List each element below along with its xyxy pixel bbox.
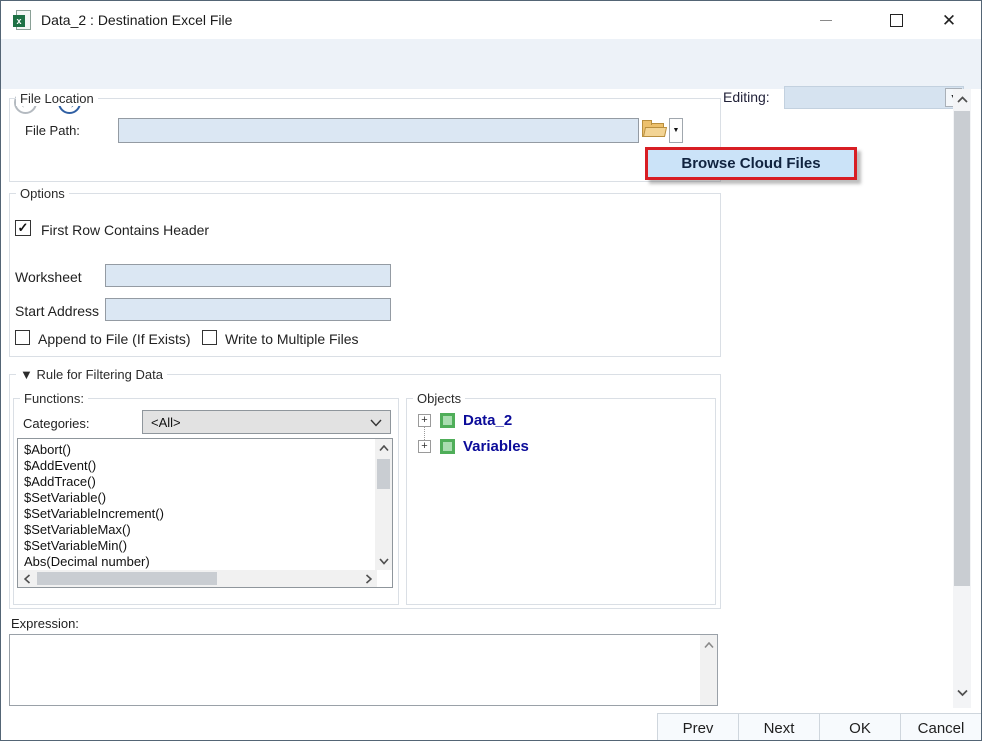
maximize-icon [890, 14, 903, 27]
list-item[interactable]: $SetVariableMax() [18, 522, 392, 538]
editing-dropdown[interactable]: ▼ [784, 86, 964, 109]
green-square-icon [440, 439, 455, 454]
file-path-input[interactable] [118, 118, 639, 143]
ok-button[interactable]: OK [819, 713, 901, 741]
list-item[interactable]: $AddEvent() [18, 458, 392, 474]
scroll-down-icon[interactable] [375, 554, 392, 568]
close-button[interactable]: ✕ [927, 1, 971, 39]
expression-textarea[interactable] [9, 634, 718, 706]
categories-value: <All> [151, 415, 181, 430]
browse-cloud-files-label: Browse Cloud Files [681, 155, 820, 172]
objects-group: Objects + Data_2 + Variables [406, 398, 716, 605]
browse-cloud-files-menu-item[interactable]: Browse Cloud Files [645, 147, 857, 180]
window-scrollbar-thumb[interactable] [954, 111, 970, 586]
start-address-input[interactable] [105, 298, 391, 321]
scroll-up-icon[interactable] [375, 441, 392, 455]
browse-dropdown-button[interactable]: ▼ [669, 118, 683, 143]
list-item[interactable]: $SetVariableMin() [18, 538, 392, 554]
minimize-icon [820, 20, 832, 21]
file-path-label: File Path: [25, 123, 80, 138]
minimize-button[interactable] [804, 1, 848, 39]
window-title: Data_2 : Destination Excel File [41, 12, 232, 28]
worksheet-input[interactable] [105, 264, 391, 287]
rule-filtering-legend[interactable]: ▼ Rule for Filtering Data [16, 367, 167, 382]
first-row-header-checkbox[interactable]: ✓ [15, 220, 31, 236]
list-item[interactable]: $Abort() [18, 442, 392, 458]
options-legend: Options [16, 186, 69, 201]
tree-item-data2[interactable]: + Data_2 [418, 412, 512, 429]
scroll-up-icon[interactable] [700, 638, 717, 652]
list-vertical-scrollbar[interactable] [375, 439, 392, 570]
objects-legend: Objects [413, 391, 465, 406]
scroll-up-icon[interactable] [953, 93, 971, 107]
maximize-button[interactable] [874, 1, 918, 39]
green-square-icon [440, 413, 455, 428]
functions-listbox[interactable]: $Abort() $AddEvent() $AddTrace() $SetVar… [17, 438, 393, 588]
close-icon: ✕ [942, 12, 956, 29]
list-horizontal-scrollbar[interactable] [18, 570, 377, 587]
list-item[interactable]: Abs(Decimal number) [18, 554, 392, 570]
list-item[interactable]: $SetVariable() [18, 490, 392, 506]
append-to-file-label: Append to File (If Exists) [38, 331, 191, 347]
append-to-file-checkbox[interactable] [15, 330, 30, 345]
tree-item-label[interactable]: Variables [463, 438, 529, 455]
multiple-files-label: Write to Multiple Files [225, 331, 359, 347]
file-location-legend: File Location [16, 91, 98, 106]
folder-icon [642, 120, 666, 138]
editing-label: Editing: [723, 89, 770, 105]
worksheet-label: Worksheet [15, 269, 82, 285]
multiple-files-checkbox[interactable] [202, 330, 217, 345]
dialog-window: x Data_2 : Destination Excel File ✕ ← → … [0, 0, 982, 741]
categories-dropdown[interactable]: <All> [142, 410, 391, 434]
prev-button[interactable]: Prev [657, 713, 739, 741]
list-item[interactable]: $AddTrace() [18, 474, 392, 490]
toolbar: ← → ▾ Editing: ▼ [1, 39, 981, 89]
scroll-left-icon[interactable] [20, 570, 34, 587]
categories-label: Categories: [23, 416, 89, 431]
functions-legend: Functions: [20, 391, 88, 406]
browse-folder-button[interactable] [642, 120, 669, 142]
expression-scrollbar[interactable] [700, 635, 717, 705]
footer-button-bar: Prev Next OK Cancel [1, 708, 981, 741]
tree-item-label[interactable]: Data_2 [463, 412, 512, 429]
scroll-right-icon[interactable] [361, 570, 375, 587]
list-scrollbar-thumb[interactable] [377, 459, 390, 489]
cancel-button[interactable]: Cancel [900, 713, 982, 741]
next-button[interactable]: Next [738, 713, 820, 741]
tree-item-variables[interactable]: + Variables [418, 438, 529, 455]
expand-plus-icon[interactable]: + [418, 440, 431, 453]
first-row-header-label: First Row Contains Header [41, 222, 209, 238]
chevron-down-icon [370, 419, 382, 427]
window-vertical-scrollbar[interactable] [953, 89, 971, 708]
excel-file-icon: x [13, 10, 33, 30]
checkmark-icon: ✓ [18, 220, 29, 236]
expression-label: Expression: [11, 616, 79, 631]
list-item[interactable]: $SetVariableIncrement() [18, 506, 392, 522]
chevron-down-icon: ▼ [673, 127, 680, 134]
title-bar: x Data_2 : Destination Excel File ✕ [1, 1, 981, 39]
start-address-label: Start Address [15, 303, 99, 319]
scroll-down-icon[interactable] [953, 686, 971, 700]
list-hscrollbar-thumb[interactable] [37, 572, 217, 585]
expand-plus-icon[interactable]: + [418, 414, 431, 427]
